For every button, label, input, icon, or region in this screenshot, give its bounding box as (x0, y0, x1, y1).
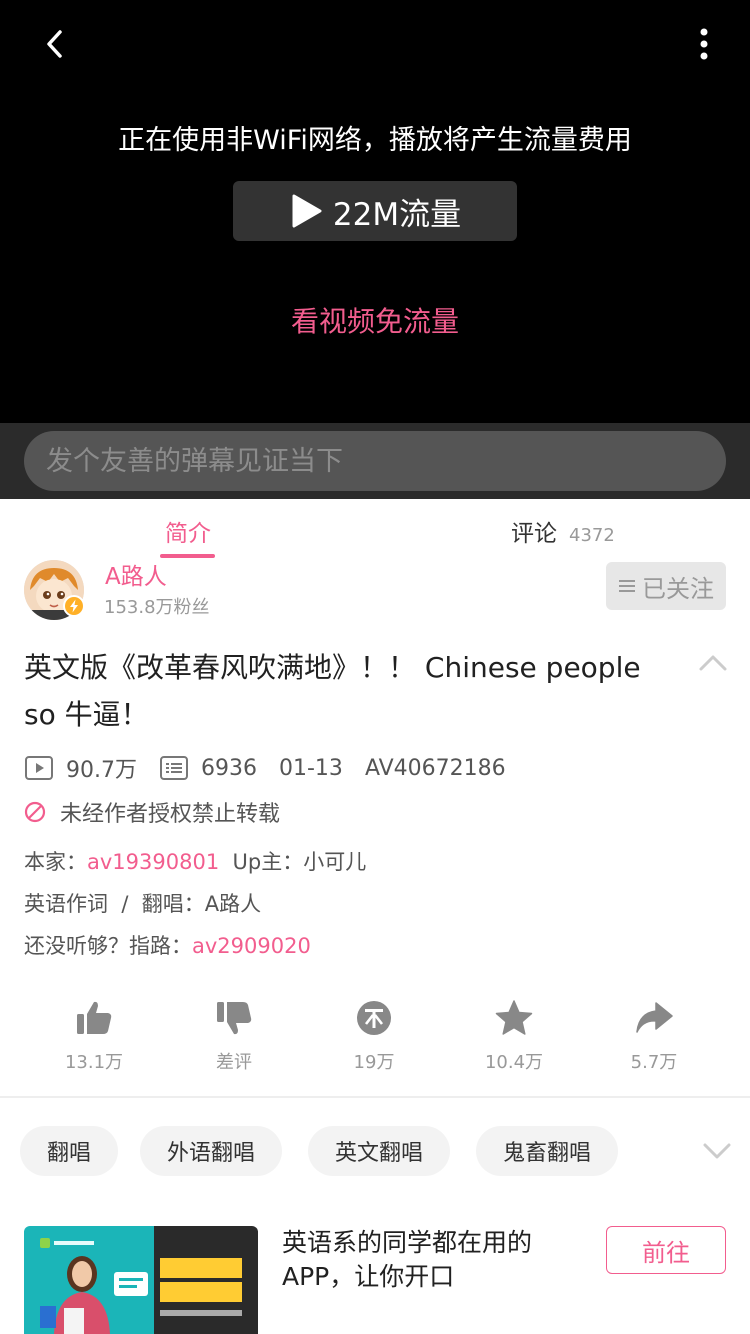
data-usage-warning: 正在使用非WiFi网络，播放将产生流量费用 (118, 125, 632, 156)
danmaku-count: 6936 (201, 755, 257, 781)
chevron-down-icon[interactable] (702, 1140, 732, 1162)
like-count: 13.1万 (64, 1052, 124, 1073)
desc-origin: 本家：av19390801 Up主：小可儿 (24, 846, 366, 876)
up-label: Up主：小可儿 (232, 850, 367, 874)
favorite-button[interactable]: 10.4万 (444, 998, 584, 1074)
tag-chip[interactable]: 翻唱 (20, 1126, 119, 1176)
av-id: AV40672186 (364, 755, 506, 781)
chevron-up-icon[interactable] (698, 652, 728, 674)
desc-more: 还没听够？指路：av2909020 (24, 930, 311, 960)
publish-date: 01-13 (279, 755, 343, 781)
ad-image[interactable] (24, 1226, 258, 1334)
follow-label: 已关注 (642, 574, 714, 603)
tab-active-indicator (160, 554, 215, 558)
coin-button[interactable]: 19万 (304, 998, 444, 1074)
more-label: 还没听够？指路： (24, 934, 192, 958)
desc-lyrics: 英语作词 / 翻唱：A路人 (24, 892, 262, 916)
action-row: 13.1万 差评 19万 10.4万 5.7万 (24, 998, 726, 1078)
uploader-name[interactable]: A路人 (105, 557, 167, 591)
star-icon (495, 1000, 533, 1035)
comments-count: 4372 (569, 525, 615, 546)
play-with-data-button[interactable]: 22M流量 (233, 181, 517, 241)
video-title: 英文版《改革春风吹满地》！！ Chinese people so 牛逼！ (24, 651, 641, 731)
tag-chip[interactable]: 英文翻唱 (308, 1126, 451, 1176)
tag-chip[interactable]: 外语翻唱 (140, 1126, 283, 1176)
chevron-left-icon (47, 30, 62, 58)
view-count: 90.7万 (66, 758, 137, 783)
danmaku-input[interactable] (24, 431, 726, 491)
uploader-fans: 153.8万粉丝 (104, 597, 210, 618)
thumbs-up-icon (77, 1001, 112, 1034)
free-traffic-link[interactable]: 看视频免流量 (0, 300, 750, 340)
video-player[interactable]: 正在使用非WiFi网络，播放将产生流量费用 22M流量 看视频免流量 (0, 0, 750, 423)
tab-intro[interactable]: 简介 (165, 514, 211, 548)
tab-comments-label: 评论 (511, 521, 557, 547)
favorite-count: 10.4万 (484, 1052, 544, 1073)
danmaku-count-icon (160, 756, 188, 780)
verified-lightning-icon (63, 595, 85, 617)
coin-count: 19万 (353, 1052, 395, 1073)
more-button[interactable] (684, 24, 724, 64)
tab-comments[interactable]: 评论 4372 (511, 514, 615, 548)
forbidden-icon (24, 801, 46, 823)
more-vertical-icon (700, 28, 708, 60)
follow-button[interactable]: 已关注 (606, 562, 726, 610)
menu-lines-icon (619, 580, 635, 592)
share-count: 5.7万 (630, 1052, 678, 1073)
danmaku-bar (0, 423, 750, 499)
origin-label: 本家： (24, 850, 87, 874)
no-repost-text: 未经作者授权禁止转载 (60, 802, 281, 827)
play-with-data-label: 22M流量 (332, 196, 462, 233)
like-button[interactable]: 13.1万 (24, 998, 164, 1074)
origin-link[interactable]: av19390801 (87, 850, 219, 874)
ad-banner-graphic (24, 1226, 258, 1334)
thumbs-down-icon (217, 1002, 252, 1035)
play-count-icon (25, 756, 53, 780)
section-divider (0, 1096, 750, 1098)
tag-chip[interactable]: 鬼畜翻唱 (476, 1126, 619, 1176)
share-icon (636, 1002, 673, 1033)
video-stats: 90.7万 6936 01-13 AV40672186 (24, 752, 506, 784)
share-button[interactable]: 5.7万 (584, 998, 724, 1074)
dislike-button[interactable]: 差评 (164, 998, 304, 1074)
back-button[interactable] (36, 24, 76, 64)
play-icon (292, 194, 322, 228)
coin-icon (357, 1001, 391, 1035)
ad-text[interactable]: 英语系的同学都在用的APP，让你开口 (282, 1226, 582, 1294)
no-repost-notice: 未经作者授权禁止转载 (24, 796, 280, 828)
ad-go-button[interactable]: 前往 (606, 1226, 726, 1274)
more-link[interactable]: av2909020 (192, 934, 311, 958)
dislike-label: 差评 (216, 1052, 252, 1073)
